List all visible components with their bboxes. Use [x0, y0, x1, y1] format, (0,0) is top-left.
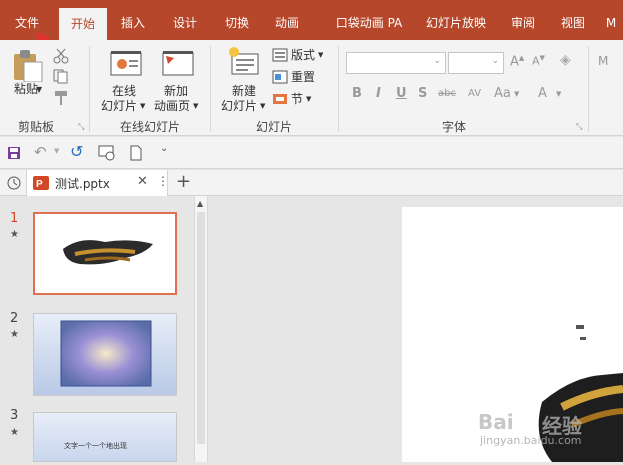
- slide-number: 3: [10, 408, 19, 423]
- chevron-down-icon[interactable]: ▼: [556, 90, 561, 98]
- new-file-icon[interactable]: [130, 145, 142, 161]
- document-tab-bar: P 测试.pptx ✕ ⋮ +: [0, 170, 623, 196]
- ink-splash-image: [63, 240, 153, 265]
- increase-font-icon[interactable]: A▲: [510, 54, 524, 69]
- section-button[interactable]: 节: [291, 92, 303, 107]
- ribbon-tab-bar: 文件 开始 插入 设计 切换 动画 口袋动画 PA 幻灯片放映 审阅 视图 M: [0, 0, 623, 40]
- slide-thumbnail-2[interactable]: [33, 313, 177, 396]
- online-slide-icon[interactable]: [110, 50, 142, 78]
- group-divider: [89, 46, 90, 132]
- slide-thumbnail-text: 文字一个一个地出现: [64, 442, 127, 450]
- tab-design[interactable]: 设计: [164, 0, 206, 40]
- slide-number: 2: [10, 311, 19, 326]
- new-slide-label-2[interactable]: 幻灯片: [221, 99, 257, 114]
- tab-menu-icon[interactable]: ⋮: [157, 174, 169, 188]
- paste-label[interactable]: 粘贴: [14, 82, 38, 97]
- online-slides-group-label: 在线幻灯片: [120, 120, 181, 134]
- slide-thumbnail-3[interactable]: 文字一个一个地出现: [33, 412, 177, 462]
- ribbon-panel: 粘贴 ▼ 剪贴板 ⤡ 在线 幻灯片 ▼ 新加 动画页 ▼ 在线幻灯片 新建 幻灯…: [0, 40, 623, 136]
- paste-icon[interactable]: [12, 48, 44, 82]
- layout-button[interactable]: 版式: [291, 48, 315, 63]
- online-slide-label-1[interactable]: 在线: [112, 84, 136, 99]
- present-online-icon[interactable]: [98, 145, 116, 161]
- more-icon[interactable]: M: [598, 54, 608, 68]
- font-size-select[interactable]: ⌄: [448, 52, 504, 74]
- tab-review[interactable]: 审阅: [502, 0, 544, 40]
- thumbnail-scrollbar[interactable]: ▲: [194, 196, 208, 462]
- chevron-down-icon: ⌄: [433, 56, 441, 66]
- format-painter-icon[interactable]: [52, 90, 70, 106]
- history-icon[interactable]: [6, 175, 22, 191]
- scroll-up-icon[interactable]: ▲: [197, 199, 203, 208]
- watermark-url: jingyan.baidu.com: [480, 434, 582, 447]
- font-launcher-icon[interactable]: ⤡: [576, 122, 582, 132]
- slides-group-label: 幻灯片: [256, 120, 293, 134]
- change-case-button[interactable]: Aa: [494, 86, 511, 101]
- tab-insert[interactable]: 插入: [112, 0, 154, 40]
- new-slide-dropdown-icon[interactable]: ▼: [260, 99, 265, 114]
- undo-icon[interactable]: ↶: [34, 143, 47, 161]
- quick-access-toolbar: ↶ ▼ ↺ ⌄: [0, 137, 623, 169]
- slide-number: 1: [10, 211, 19, 226]
- tab-transitions[interactable]: 切换: [216, 0, 258, 40]
- paste-dropdown-icon[interactable]: ▼: [36, 82, 42, 97]
- new-slide-icon[interactable]: [228, 46, 260, 78]
- tab-view[interactable]: 视图: [552, 0, 594, 40]
- tab-slideshow[interactable]: 幻灯片放映: [418, 0, 494, 40]
- save-icon[interactable]: [7, 146, 21, 160]
- new-animation-label-2[interactable]: 动画页: [154, 99, 190, 114]
- online-slide-dropdown-icon[interactable]: ▼: [140, 99, 145, 114]
- animation-star-icon: ★: [10, 427, 19, 438]
- font-color-button[interactable]: A: [538, 86, 547, 101]
- layout-icon[interactable]: [272, 48, 288, 62]
- clear-format-icon[interactable]: ◈: [560, 52, 571, 68]
- italic-button[interactable]: I: [376, 86, 381, 101]
- reset-button[interactable]: 重置: [291, 70, 315, 85]
- new-animation-dropdown-icon[interactable]: ▼: [193, 99, 198, 114]
- char-spacing-button[interactable]: AV: [468, 88, 481, 99]
- chevron-down-icon: ⌄: [491, 56, 499, 66]
- svg-text:P: P: [36, 179, 43, 190]
- chevron-down-icon[interactable]: ▼: [514, 90, 519, 98]
- bold-button[interactable]: B: [352, 86, 362, 101]
- tab-animations[interactable]: 动画: [266, 0, 308, 40]
- tab-pocket-animation[interactable]: 口袋动画 PA: [324, 0, 414, 40]
- pptx-file-icon: P: [33, 176, 49, 190]
- scroll-thumb[interactable]: [197, 212, 205, 444]
- watermark-brand: Bai: [478, 410, 514, 434]
- new-animation-page-icon[interactable]: [162, 50, 194, 78]
- nebula-image: [34, 314, 176, 395]
- copy-icon[interactable]: [52, 68, 70, 84]
- font-name-select[interactable]: ⌄: [346, 52, 446, 74]
- document-title: 测试.pptx: [55, 177, 110, 191]
- clipboard-launcher-icon[interactable]: ⤡: [78, 122, 84, 132]
- group-divider: [210, 46, 211, 132]
- underline-button[interactable]: U: [396, 86, 407, 101]
- document-tab[interactable]: P 测试.pptx ✕ ⋮: [26, 170, 169, 196]
- reset-icon[interactable]: [272, 70, 288, 84]
- group-divider: [338, 46, 339, 132]
- decrease-font-icon[interactable]: A▼: [532, 54, 545, 68]
- customize-toolbar-icon[interactable]: ⌄: [160, 143, 168, 154]
- slide-thumbnail-1[interactable]: [33, 212, 177, 295]
- add-tab-icon[interactable]: +: [176, 171, 191, 192]
- group-divider: [588, 46, 589, 132]
- tab-more[interactable]: M: [600, 0, 622, 40]
- online-slide-label-2[interactable]: 幻灯片: [101, 99, 137, 114]
- animation-star-icon: ★: [10, 329, 19, 340]
- strikethrough-button[interactable]: abc: [438, 88, 456, 99]
- section-icon[interactable]: [272, 92, 288, 106]
- new-slide-label-1[interactable]: 新建: [232, 84, 256, 99]
- undo-dropdown-icon[interactable]: ▼: [54, 147, 59, 155]
- shadow-button[interactable]: S: [418, 86, 427, 101]
- close-icon[interactable]: ✕: [137, 174, 148, 189]
- cut-icon[interactable]: [52, 48, 70, 64]
- new-animation-label-1[interactable]: 新加: [164, 84, 188, 99]
- clipboard-group-label: 剪贴板: [18, 120, 55, 134]
- section-dropdown-icon[interactable]: ▼: [306, 92, 311, 107]
- layout-dropdown-icon[interactable]: ▼: [318, 48, 323, 63]
- redo-icon[interactable]: ↺: [70, 142, 83, 161]
- animation-star-icon: ★: [10, 229, 19, 240]
- font-group-label: 字体: [442, 120, 467, 134]
